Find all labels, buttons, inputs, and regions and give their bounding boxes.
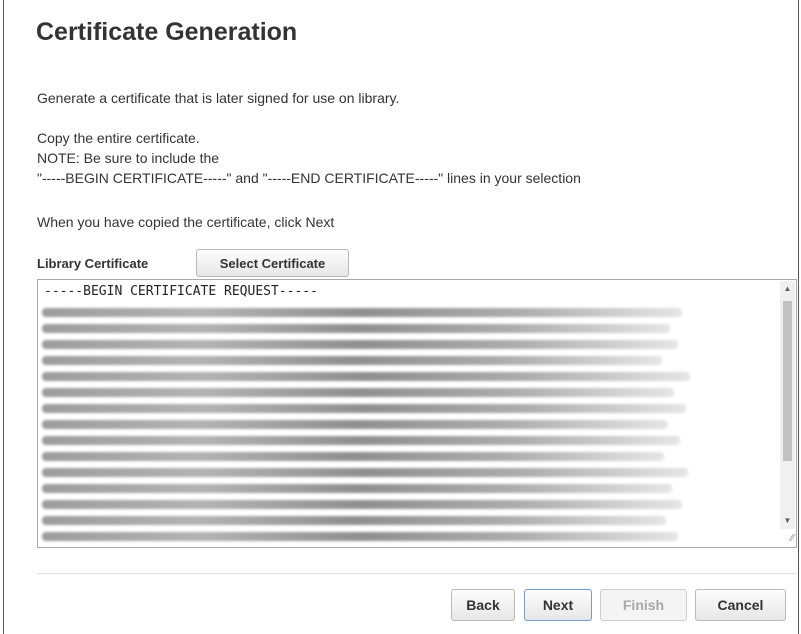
back-button[interactable]: Back <box>451 589 515 621</box>
next-instruction: When you have copied the certificate, cl… <box>37 214 335 230</box>
library-certificate-label: Library Certificate <box>37 256 149 271</box>
redacted-certificate-content <box>42 302 690 547</box>
begin-end-line: "-----BEGIN CERTIFICATE-----" and "-----… <box>37 170 581 186</box>
scrollbar-thumb[interactable] <box>783 301 792 461</box>
resize-grip-icon[interactable]: ∕∕ <box>782 533 794 545</box>
vertical-scrollbar[interactable]: ▲ ▼ <box>780 281 795 529</box>
cancel-button[interactable]: Cancel <box>695 589 786 621</box>
intro-text: Generate a certificate that is later sig… <box>37 90 400 106</box>
scroll-up-arrow-icon[interactable]: ▲ <box>780 281 795 297</box>
certificate-textarea[interactable]: -----BEGIN CERTIFICATE REQUEST----- ▲ ▼ … <box>37 279 797 548</box>
scroll-down-arrow-icon[interactable]: ▼ <box>780 513 795 529</box>
next-button[interactable]: Next <box>524 589 592 621</box>
footer-divider <box>37 573 797 574</box>
select-certificate-button[interactable]: Select Certificate <box>196 249 349 277</box>
certificate-first-line: -----BEGIN CERTIFICATE REQUEST----- <box>44 284 318 299</box>
finish-button: Finish <box>600 589 687 621</box>
copy-instructions: Copy the entire certificate. NOTE: Be su… <box>37 128 581 188</box>
page-title: Certificate Generation <box>36 18 298 46</box>
note-line: NOTE: Be sure to include the <box>37 150 220 166</box>
copy-instruction-line: Copy the entire certificate. <box>37 130 200 146</box>
